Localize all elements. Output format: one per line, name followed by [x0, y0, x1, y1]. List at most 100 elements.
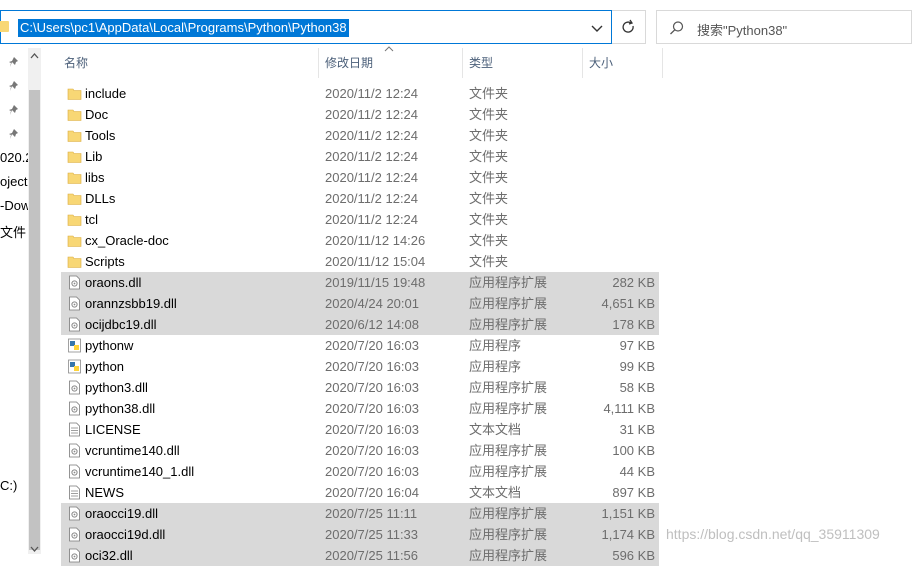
file-name: include [85, 86, 127, 101]
file-type: 应用程序扩展 [469, 380, 548, 395]
nav-scrollbar[interactable] [28, 48, 41, 554]
column-divider[interactable] [662, 48, 663, 78]
pin-icon[interactable] [9, 56, 21, 68]
file-size: 596 KB [612, 548, 655, 563]
file-row[interactable]: oraocci19d.dll 2020/7/25 11:33 应用程序扩展 1,174… [61, 524, 659, 545]
folder-icon [67, 88, 82, 100]
file-name: Tools [85, 128, 116, 143]
file-row[interactable]: Tools 2020/11/2 12:24 文件夹 [61, 125, 659, 146]
file-size: 4,111 KB [603, 401, 655, 416]
folder-icon [67, 235, 82, 247]
file-size: 282 KB [612, 275, 655, 290]
file-date: 2020/11/2 12:24 [325, 170, 419, 185]
folder-icon [67, 109, 82, 121]
file-type: 文件夹 [469, 86, 509, 101]
file-size: 897 KB [612, 485, 655, 500]
file-name: oraocci19.dll [85, 506, 158, 521]
file-date: 2020/7/20 16:03 [325, 401, 419, 416]
pin-icon[interactable] [9, 128, 21, 140]
file-row[interactable]: cx_Oracle-doc 2020/11/12 14:26 文件夹 [61, 230, 659, 251]
file-row[interactable]: Scripts 2020/11/12 15:04 文件夹 [61, 251, 659, 272]
file-row[interactable]: DLLs 2020/11/2 12:24 文件夹 [61, 188, 659, 209]
file-date: 2020/7/20 16:03 [325, 464, 419, 479]
file-row[interactable]: LICENSE 2020/7/20 16:03 文本文档 31 KB [61, 419, 659, 440]
text-file-icon [69, 485, 80, 500]
dll-file-icon [69, 401, 80, 416]
column-header-name[interactable]: 名称 [64, 48, 88, 78]
file-size: 97 KB [619, 338, 655, 353]
address-path[interactable]: C:\Users\pc1\AppData\Local\Programs\Pyth… [18, 19, 349, 37]
file-row[interactable]: libs 2020/11/2 12:24 文件夹 [61, 167, 659, 188]
file-row[interactable]: Doc 2020/11/2 12:24 文件夹 [61, 104, 659, 125]
dll-file-icon [69, 275, 80, 290]
scrollbar-thumb[interactable] [29, 90, 40, 550]
dll-file-icon [69, 296, 80, 311]
file-name: NEWS [85, 485, 124, 500]
chevron-down-icon[interactable] [587, 18, 607, 38]
folder-icon [67, 256, 82, 268]
file-name: python3.dll [85, 380, 148, 395]
file-date: 2020/7/25 11:56 [325, 548, 419, 563]
file-row[interactable]: Lib 2020/11/2 12:24 文件夹 [61, 146, 659, 167]
file-name: Scripts [85, 254, 125, 269]
file-date: 2020/11/2 12:24 [325, 128, 419, 143]
column-header-type[interactable]: 类型 [469, 48, 493, 78]
nav-item[interactable]: oject [0, 174, 27, 189]
nav-item[interactable]: 文件 [0, 222, 26, 241]
file-type: 应用程序扩展 [469, 527, 548, 542]
nav-item-drive[interactable]: C:) [0, 478, 17, 493]
file-date: 2020/11/12 14:26 [325, 233, 426, 248]
file-date: 2020/7/20 16:03 [325, 380, 419, 395]
python-app-icon [68, 338, 81, 353]
file-row[interactable]: orannzsbb19.dll 2020/4/24 20:01 应用程序扩展 4,65… [61, 293, 659, 314]
file-type: 应用程序扩展 [469, 464, 548, 479]
file-name: oci32.dll [85, 548, 133, 563]
file-row[interactable]: tcl 2020/11/2 12:24 文件夹 [61, 209, 659, 230]
column-header-date[interactable]: 修改日期 [325, 48, 373, 78]
file-name: oraocci19d.dll [85, 527, 166, 542]
file-row[interactable]: python3.dll 2020/7/20 16:03 应用程序扩展 58 KB [61, 377, 659, 398]
folder-icon [67, 130, 82, 142]
watermark-text: https://blog.csdn.net/qq_35911309 [666, 526, 880, 542]
file-type: 文件夹 [469, 128, 509, 143]
file-type: 文件夹 [469, 233, 509, 248]
scroll-down-icon[interactable] [30, 544, 39, 553]
address-bar[interactable]: C:\Users\pc1\AppData\Local\Programs\Pyth… [0, 10, 612, 44]
column-divider[interactable] [582, 48, 583, 78]
file-name: Doc [85, 107, 109, 122]
column-header-size[interactable]: 大小 [589, 48, 613, 78]
file-row[interactable]: oraons.dll 2019/11/15 19:48 应用程序扩展 282 KB [61, 272, 659, 293]
file-date: 2020/11/2 12:24 [325, 149, 419, 164]
nav-item[interactable]: -Dow [0, 198, 30, 213]
pin-icon[interactable] [9, 80, 21, 92]
file-type: 文本文档 [469, 422, 522, 437]
refresh-icon [622, 19, 634, 33]
folder-icon [67, 214, 82, 226]
folder-icon [67, 172, 82, 184]
file-row[interactable]: python 2020/7/20 16:03 应用程序 99 KB [61, 356, 659, 377]
pin-icon[interactable] [9, 104, 21, 116]
dll-file-icon [69, 317, 80, 332]
refresh-button[interactable] [612, 10, 646, 44]
file-row[interactable]: ocijdbc19.dll 2020/6/12 14:08 应用程序扩展 178 KB [61, 314, 659, 335]
column-divider[interactable] [462, 48, 463, 78]
search-placeholder[interactable]: 搜索"Python38" [697, 20, 787, 39]
file-name: libs [85, 170, 105, 185]
file-row[interactable]: pythonw 2020/7/20 16:03 应用程序 97 KB [61, 335, 659, 356]
scroll-up-icon[interactable] [30, 52, 39, 61]
column-divider[interactable] [318, 48, 319, 78]
file-row[interactable]: python38.dll 2020/7/20 16:03 应用程序扩展 4,111 K… [61, 398, 659, 419]
file-row[interactable]: oraocci19.dll 2020/7/25 11:11 应用程序扩展 1,151 … [61, 503, 659, 524]
file-name: vcruntime140.dll [85, 443, 180, 458]
file-row[interactable]: oci32.dll 2020/7/25 11:56 应用程序扩展 596 KB [61, 545, 659, 566]
file-name: LICENSE [85, 422, 141, 437]
file-row[interactable]: vcruntime140.dll 2020/7/20 16:03 应用程序扩展 100… [61, 440, 659, 461]
dll-file-icon [69, 464, 80, 479]
python-app-icon [68, 359, 81, 374]
file-row[interactable]: vcruntime140_1.dll 2020/7/20 16:03 应用程序扩展 4… [61, 461, 659, 482]
file-date: 2020/11/12 15:04 [325, 254, 426, 269]
file-name: ocijdbc19.dll [85, 317, 157, 332]
file-row[interactable]: NEWS 2020/7/20 16:04 文本文档 897 KB [61, 482, 659, 503]
search-box[interactable]: 搜索"Python38" [656, 10, 912, 44]
file-row[interactable]: include 2020/11/2 12:24 文件夹 [61, 83, 659, 104]
